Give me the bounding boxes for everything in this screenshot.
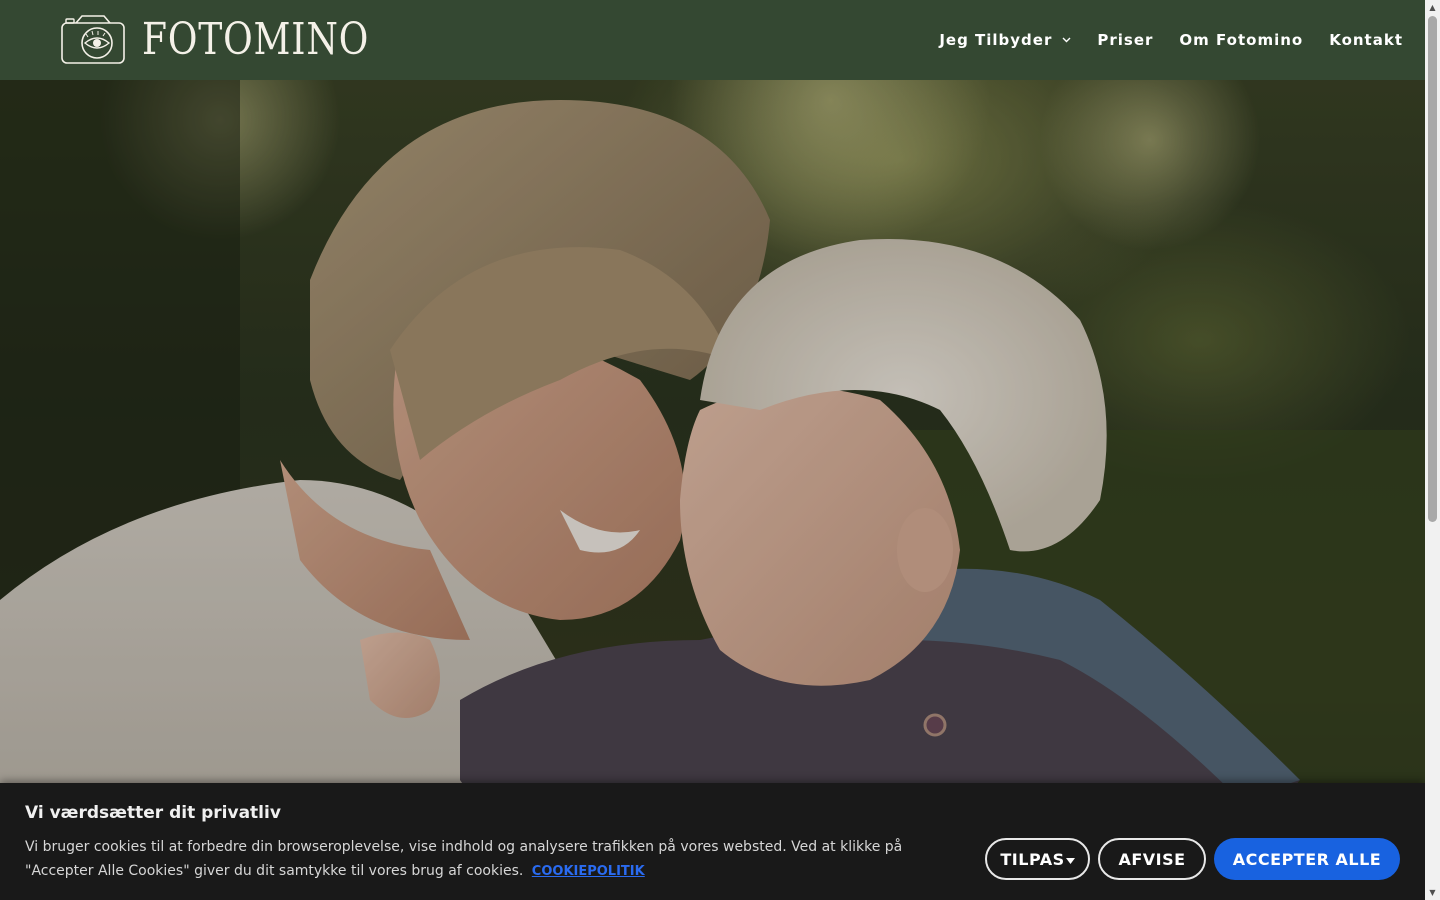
scroll-thumb[interactable]	[1428, 16, 1437, 522]
main-nav: Jeg Tilbyder Priser Om Fotomino Kontakt	[913, 0, 1403, 80]
hero-overlay	[0, 80, 1425, 900]
cookie-text: Vi bruger cookies til at forbedre din br…	[25, 839, 903, 879]
chevron-down-icon	[1062, 37, 1071, 43]
nav-item-priser[interactable]: Priser	[1097, 31, 1153, 49]
hero-image	[0, 80, 1425, 900]
customize-button-label: TILPAS	[1000, 849, 1065, 869]
reject-button[interactable]: AFVISE	[1098, 838, 1206, 880]
site-header: FOTOMINO Jeg Tilbyder Priser Om Fotomino…	[0, 0, 1425, 80]
cookie-title: Vi værdsætter dit privatliv	[25, 803, 281, 823]
scroll-down-arrow-icon[interactable]: ▼	[1425, 885, 1440, 900]
cookie-policy-link[interactable]: COOKIEPOLITIK	[532, 864, 645, 879]
nav-item-label: Jeg Tilbyder	[939, 31, 1053, 49]
caret-down-icon	[1065, 858, 1075, 864]
cookie-text-block: Vi bruger cookies til at forbedre din br…	[25, 835, 945, 884]
site-logo[interactable]: FOTOMINO	[60, 14, 419, 66]
customize-button[interactable]: TILPAS	[985, 838, 1090, 880]
nav-item-jeg-tilbyder[interactable]: Jeg Tilbyder	[939, 31, 1071, 49]
scroll-up-arrow-icon[interactable]: ▲	[1425, 0, 1440, 15]
accept-all-button[interactable]: ACCEPTER ALLE	[1214, 838, 1400, 880]
nav-item-kontakt[interactable]: Kontakt	[1329, 31, 1403, 49]
cookie-banner: Vi værdsætter dit privatliv Vi bruger co…	[0, 783, 1425, 900]
camera-eye-icon	[61, 15, 125, 64]
nav-item-om-fotomino[interactable]: Om Fotomino	[1179, 31, 1303, 49]
logo-text: FOTOMINO	[142, 14, 370, 65]
scrollbar[interactable]: ▲ ▼	[1425, 0, 1440, 900]
